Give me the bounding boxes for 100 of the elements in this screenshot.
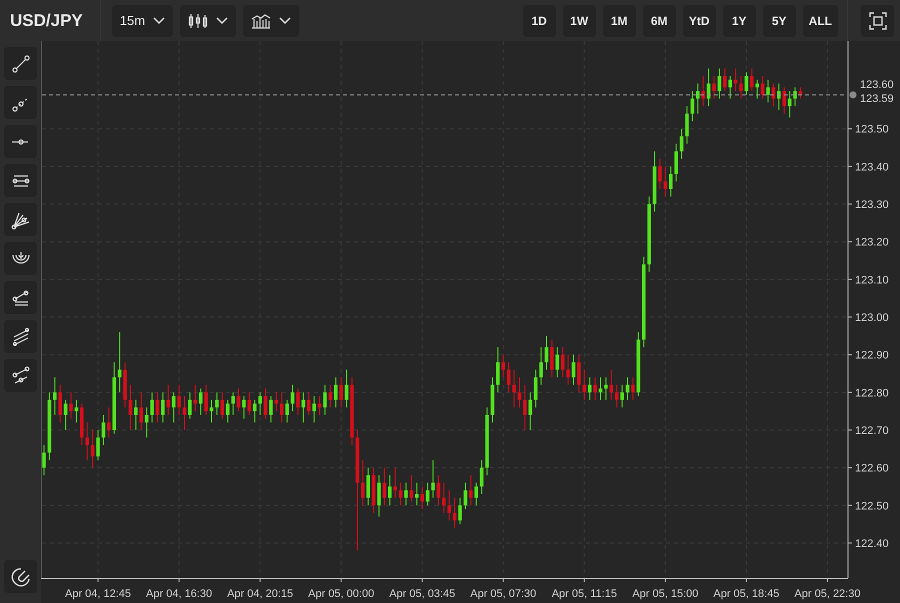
candlestick <box>182 396 186 431</box>
magnet-button[interactable] <box>4 560 37 593</box>
candlestick <box>469 474 473 506</box>
y-axis-label: 122.50 <box>855 500 889 512</box>
y-axis-label: 122.40 <box>855 538 889 550</box>
drawing-tool-button[interactable] <box>4 242 37 275</box>
x-axis-label: Apr 04, 12:45 <box>65 588 132 600</box>
bar-chart-icon <box>251 12 272 28</box>
candlestick <box>518 376 522 408</box>
candlestick <box>706 68 710 107</box>
candlestick <box>252 399 257 423</box>
y-axis-label: 123.40 <box>855 161 889 174</box>
range-button[interactable]: 1M <box>602 4 636 36</box>
candlestick <box>42 444 46 476</box>
drawing-tool-button[interactable] <box>4 359 37 392</box>
y-axis-label: 122.90 <box>855 350 889 362</box>
candlestick <box>458 497 462 525</box>
x-axis-label: Apr 05, 07:30 <box>470 588 536 600</box>
candlestick <box>501 354 506 378</box>
y-axis-label: 123.30 <box>855 199 889 212</box>
drawing-tool-button[interactable] <box>4 320 37 353</box>
candlestick <box>788 90 792 118</box>
range-button[interactable]: 1W <box>562 4 596 36</box>
candlestick <box>128 384 132 431</box>
candlestick <box>377 474 381 518</box>
x-axis-label: Apr 05, 11:15 <box>552 588 617 600</box>
candlestick <box>215 392 219 416</box>
candlestick <box>723 68 727 92</box>
y-axis-label: 123.50 <box>855 124 889 136</box>
candlestick <box>631 376 635 400</box>
x-axis-label: Apr 04, 16:30 <box>146 588 212 600</box>
y-axis-label: 122.70 <box>855 425 889 437</box>
chart-type-dropdown[interactable] <box>180 4 236 36</box>
candlestick <box>193 384 198 412</box>
chevron-icon <box>279 16 292 24</box>
candlestick <box>242 396 246 420</box>
candlestick <box>766 79 770 103</box>
range-button[interactable]: YtD <box>682 4 716 36</box>
y-axis-label: 123.10 <box>855 274 889 286</box>
fullscreen-button[interactable] <box>861 4 894 36</box>
candlestick <box>658 158 662 190</box>
drawing-tool-button[interactable] <box>4 47 37 80</box>
candlestick <box>258 392 262 416</box>
candlestick <box>312 396 316 423</box>
candlestick <box>614 384 619 408</box>
range-button[interactable]: 6M <box>642 4 676 36</box>
candlestick <box>566 354 570 386</box>
candlestick <box>798 86 802 100</box>
x-axis-label: Apr 05, 00:00 <box>308 588 374 600</box>
candlestick <box>668 166 673 198</box>
candlestick <box>680 128 684 160</box>
drawing-tool-button[interactable] <box>4 164 37 197</box>
candlestick <box>264 388 268 420</box>
candlestick <box>280 392 284 423</box>
candlestick <box>712 76 716 100</box>
candlestick <box>236 388 240 412</box>
candlestick <box>593 376 597 400</box>
price-label: 123.60 <box>860 79 894 91</box>
indicators-dropdown[interactable] <box>243 4 300 36</box>
candlestick <box>793 86 797 107</box>
magnet-icon <box>10 566 30 586</box>
candlestick <box>166 384 170 416</box>
candlestick <box>274 392 278 412</box>
drawing-tool-button[interactable] <box>4 203 37 236</box>
candlestick <box>161 392 165 423</box>
candlestick <box>560 346 565 378</box>
drawing-tool-button[interactable] <box>4 125 37 158</box>
range-button[interactable]: 1Y <box>722 4 756 36</box>
candlestick <box>534 369 538 408</box>
candlestick <box>64 399 68 431</box>
candlestick <box>220 392 224 420</box>
candlestick <box>544 335 548 370</box>
symbol-title: USD/JPY <box>10 10 83 30</box>
candlestick <box>96 430 100 461</box>
candlestick <box>604 376 608 400</box>
interval-dropdown[interactable]: 15m <box>112 4 174 36</box>
candlestick <box>739 76 743 100</box>
candlestick <box>464 482 468 510</box>
candlestick <box>718 68 722 100</box>
candlestick <box>360 460 365 506</box>
candlestick <box>480 460 484 495</box>
drawing-tool-button[interactable] <box>4 86 37 119</box>
candlestick <box>598 376 602 400</box>
range-button[interactable]: ALL <box>802 4 838 36</box>
range-button[interactable]: 1D <box>522 4 556 36</box>
candlestick <box>442 482 446 514</box>
candlestick <box>474 482 478 506</box>
candlestick <box>102 414 106 446</box>
candlestick <box>290 384 294 412</box>
candlestick <box>572 354 576 386</box>
candlestick <box>188 392 192 420</box>
chevron-icon <box>216 16 228 24</box>
candlestick <box>588 376 592 400</box>
candlestick <box>496 346 500 393</box>
y-axis-label: 123.00 <box>855 312 889 324</box>
drawing-tool-button[interactable] <box>4 281 37 314</box>
range-button[interactable]: 5Y <box>762 4 796 36</box>
x-axis-label: Apr 05, 15:00 <box>632 588 698 600</box>
candlestick <box>74 399 78 423</box>
candlestick <box>556 346 560 378</box>
